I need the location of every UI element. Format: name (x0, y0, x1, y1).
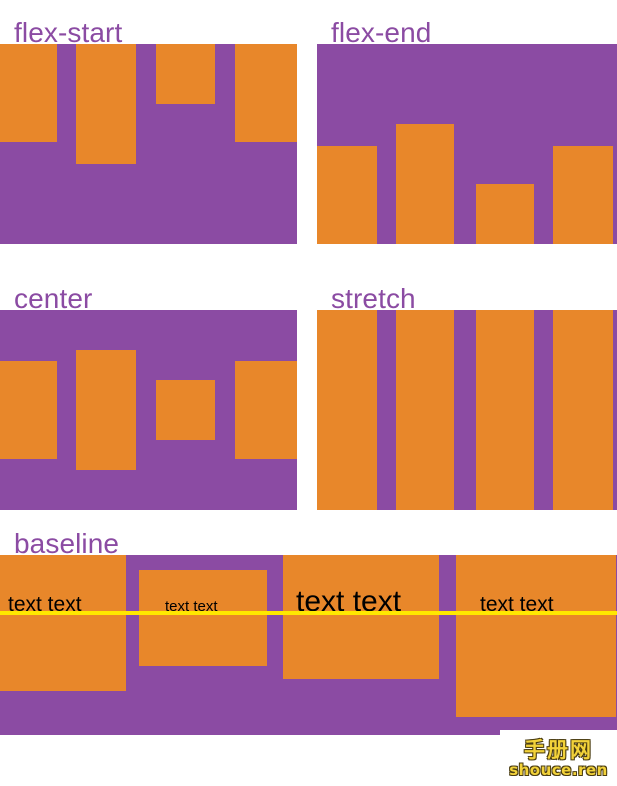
baseline-item: text text (283, 555, 439, 679)
baseline-item: text text (456, 555, 616, 717)
flex-item (317, 146, 377, 244)
flex-container-stretch (317, 310, 617, 510)
align-items-demo: flex-start flex-end center stretch basel… (0, 0, 617, 786)
flex-item (553, 310, 613, 510)
baseline-item: text text (139, 570, 267, 666)
flex-container-center (0, 310, 297, 510)
flex-item (553, 146, 613, 244)
flex-container-flex-start (0, 44, 297, 244)
flex-container-flex-end (317, 44, 617, 244)
flex-item (0, 361, 57, 459)
watermark-chinese-text: 手册网 (524, 737, 593, 762)
flex-item (76, 44, 136, 164)
flex-item (156, 380, 215, 440)
flex-item (476, 184, 534, 244)
watermark-site-url: shouce.ren (509, 760, 608, 779)
baseline-item: text text (0, 555, 126, 691)
flex-item (396, 310, 454, 510)
flex-item (396, 124, 454, 244)
watermark: 手册网 shouce.ren (500, 730, 617, 786)
flex-item (76, 350, 136, 470)
flex-item (0, 44, 57, 142)
flex-item (235, 44, 297, 142)
flex-container-baseline: text text text text text text text text (0, 555, 617, 735)
flex-item (317, 310, 377, 510)
flex-item (476, 310, 534, 510)
flex-item (235, 361, 297, 459)
flex-item (156, 44, 215, 104)
